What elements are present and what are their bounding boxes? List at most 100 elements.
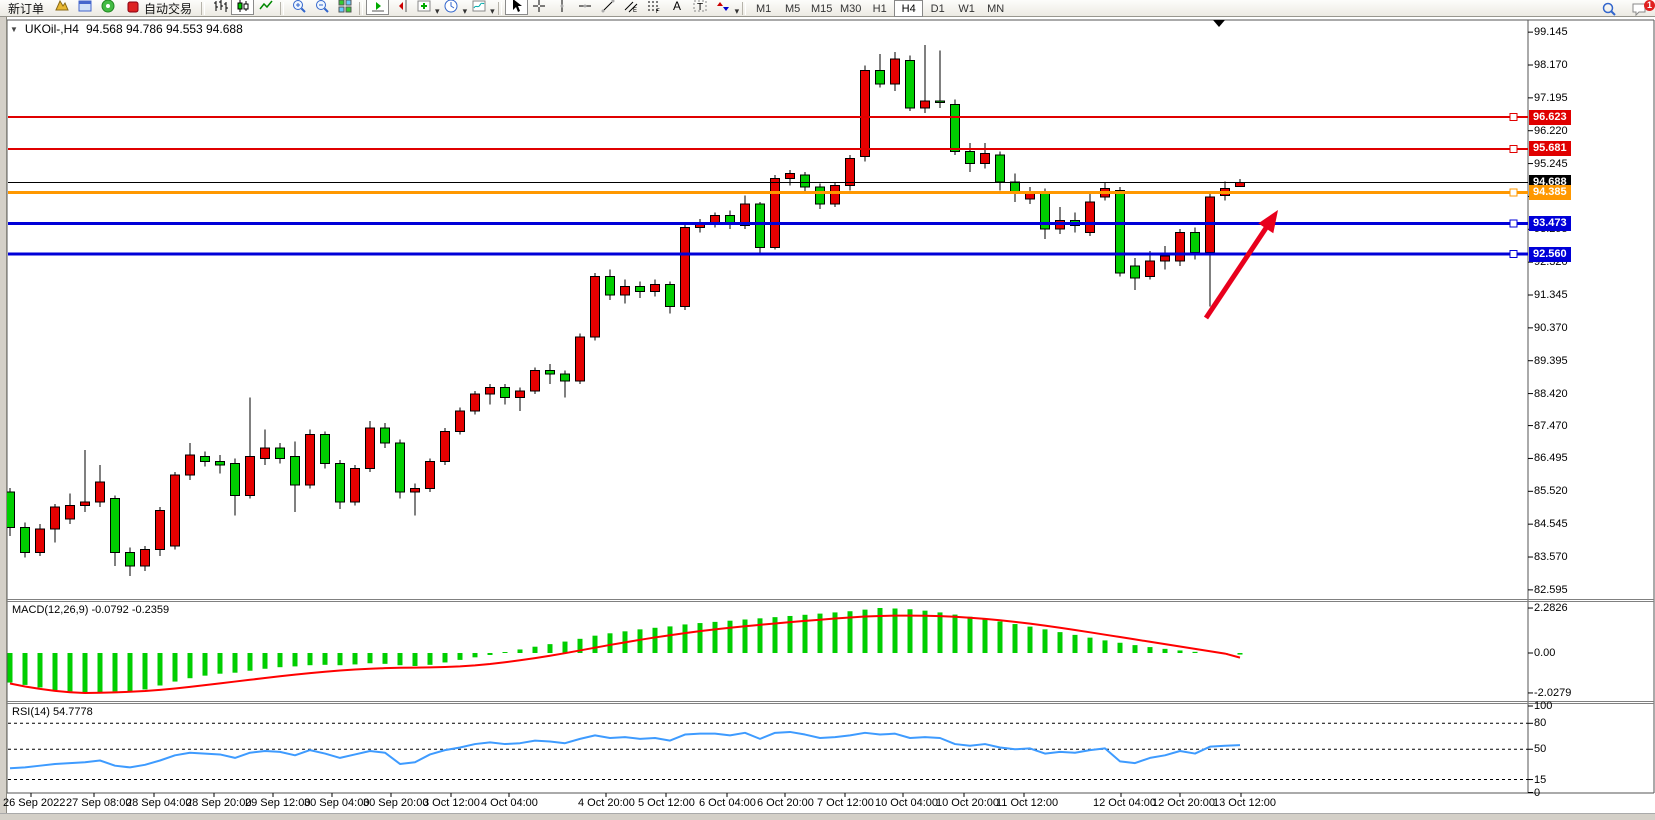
window-left-frame bbox=[0, 17, 7, 820]
horizontal-line-icon[interactable] bbox=[574, 0, 597, 15]
candle-body bbox=[756, 204, 765, 248]
bar-chart-icon[interactable] bbox=[208, 0, 231, 15]
fibonacci-icon[interactable]: F bbox=[643, 0, 666, 15]
templates-icon[interactable] bbox=[467, 0, 490, 15]
zoom-in-icon[interactable] bbox=[287, 0, 310, 15]
price-tag-92.560: 92.560 bbox=[1529, 247, 1571, 262]
line-chart-icon[interactable] bbox=[254, 0, 277, 15]
candle-body bbox=[981, 153, 990, 163]
shapes-icon[interactable] bbox=[712, 0, 735, 15]
indicators-icon[interactable] bbox=[412, 0, 435, 15]
timeframe-h1-button[interactable]: H1 bbox=[865, 0, 894, 17]
vertical-line-icon[interactable] bbox=[551, 0, 574, 15]
price-tick-label: 87.470 bbox=[1534, 420, 1568, 432]
tile-windows-icon[interactable] bbox=[333, 0, 356, 15]
candle-body bbox=[816, 187, 825, 204]
price-tick-label: 84.545 bbox=[1534, 518, 1568, 530]
candle-body bbox=[366, 428, 375, 468]
timeframe-m30-button[interactable]: M30 bbox=[836, 0, 865, 17]
market-watch-icon[interactable] bbox=[50, 0, 73, 15]
mt4-trading-platform: 新订单 自动交易 ▾▾▾ EFAT▾ M1M5M15M30H1H4D1W1MN … bbox=[0, 0, 1655, 820]
candle-body bbox=[516, 391, 525, 398]
candle-body bbox=[1131, 266, 1140, 278]
candle-body bbox=[771, 179, 780, 248]
toolbar-separator bbox=[498, 2, 502, 15]
shapes-dropdown-icon[interactable]: ▾ bbox=[735, 6, 740, 16]
candle-body bbox=[861, 71, 870, 157]
candle-body bbox=[321, 435, 330, 464]
chart-expander-icon[interactable]: ▼ bbox=[10, 25, 18, 34]
candle-body bbox=[546, 371, 555, 374]
timeframe-d1-button[interactable]: D1 bbox=[923, 0, 952, 17]
candle-body bbox=[156, 511, 165, 550]
scroll-group bbox=[366, 0, 412, 19]
timeframe-m15-button[interactable]: M15 bbox=[807, 0, 836, 17]
time-tick-label: 27 Sep 08:00 bbox=[66, 797, 131, 809]
candle-body bbox=[606, 276, 615, 295]
timeframe-m1-button[interactable]: M1 bbox=[749, 0, 778, 17]
templates-dropdown-icon[interactable]: ▾ bbox=[490, 6, 495, 16]
price-tick-label: 96.220 bbox=[1534, 125, 1568, 137]
price-tick-label: 86.495 bbox=[1534, 452, 1568, 464]
chart-shift-icon[interactable] bbox=[389, 0, 412, 15]
time-tick-label: 4 Oct 20:00 bbox=[578, 797, 635, 809]
candle-body bbox=[1146, 261, 1155, 276]
line-handle bbox=[1510, 220, 1517, 227]
chat-icon[interactable]: 1 bbox=[1627, 0, 1650, 18]
svg-text:T: T bbox=[697, 2, 703, 13]
cursor-icon[interactable] bbox=[505, 0, 528, 15]
price-tick-label: 91.345 bbox=[1534, 289, 1568, 301]
candle-body bbox=[111, 499, 120, 553]
trendline-icon[interactable] bbox=[597, 0, 620, 15]
text-icon[interactable]: A bbox=[666, 0, 689, 15]
auto-trading-button[interactable]: 自动交易 bbox=[119, 0, 198, 16]
timeframe-m5-button[interactable]: M5 bbox=[778, 0, 807, 17]
time-tick-label: 12 Oct 04:00 bbox=[1093, 797, 1156, 809]
candle-body bbox=[891, 59, 900, 84]
candle-body bbox=[651, 285, 660, 292]
candle-body bbox=[96, 482, 105, 502]
auto-scroll-icon[interactable] bbox=[366, 0, 389, 15]
trend-arrow-annotation[interactable] bbox=[1206, 210, 1278, 318]
label-icon[interactable]: T bbox=[689, 0, 712, 15]
candle-body bbox=[936, 101, 945, 103]
search-icon[interactable] bbox=[1597, 0, 1620, 18]
time-tick-label: 28 Sep 04:00 bbox=[126, 797, 191, 809]
candle-body bbox=[681, 227, 690, 306]
zoom-out-icon[interactable] bbox=[310, 0, 333, 15]
auto-trading-label: 自动交易 bbox=[144, 0, 192, 17]
time-tick-label: 3 Oct 12:00 bbox=[423, 797, 480, 809]
candle-body bbox=[306, 435, 315, 486]
svg-text:F: F bbox=[656, 9, 660, 14]
candle-body bbox=[171, 475, 180, 546]
navigator-icon[interactable] bbox=[73, 0, 96, 15]
time-tick-label: 12 Oct 20:00 bbox=[1152, 797, 1215, 809]
svg-text:A: A bbox=[673, 0, 681, 13]
candle-body bbox=[1086, 202, 1095, 232]
chart-shift-marker-icon[interactable] bbox=[1213, 20, 1225, 27]
timeframe-mn-button[interactable]: MN bbox=[981, 0, 1010, 17]
zoom-group bbox=[287, 0, 356, 19]
terminal-icon[interactable] bbox=[96, 0, 119, 15]
timeframe-w1-button[interactable]: W1 bbox=[952, 0, 981, 17]
periods-icon[interactable] bbox=[440, 0, 463, 15]
price-tick-label: 90.370 bbox=[1534, 322, 1568, 334]
equidistant-channel-icon[interactable]: E bbox=[620, 0, 643, 15]
price-tick-label: 83.570 bbox=[1534, 551, 1568, 563]
toolbar-separator bbox=[280, 2, 284, 15]
chart-canvas[interactable] bbox=[0, 17, 1655, 820]
crosshair-icon[interactable] bbox=[528, 0, 551, 15]
price-tag-95.681: 95.681 bbox=[1529, 141, 1571, 156]
candle-body bbox=[636, 286, 645, 291]
candle-body bbox=[426, 462, 435, 489]
candle-body bbox=[561, 374, 570, 381]
candle-body bbox=[21, 527, 30, 552]
candlestick-icon[interactable] bbox=[231, 0, 254, 15]
svg-text:E: E bbox=[633, 8, 637, 14]
rsi-tick-label: 15 bbox=[1534, 774, 1546, 786]
candle-body bbox=[1206, 197, 1215, 253]
price-tick-label: 82.595 bbox=[1534, 584, 1568, 596]
candle-body bbox=[51, 507, 60, 529]
timeframe-h4-button[interactable]: H4 bbox=[894, 0, 923, 17]
new-order-button[interactable]: 新订单 bbox=[2, 0, 50, 16]
